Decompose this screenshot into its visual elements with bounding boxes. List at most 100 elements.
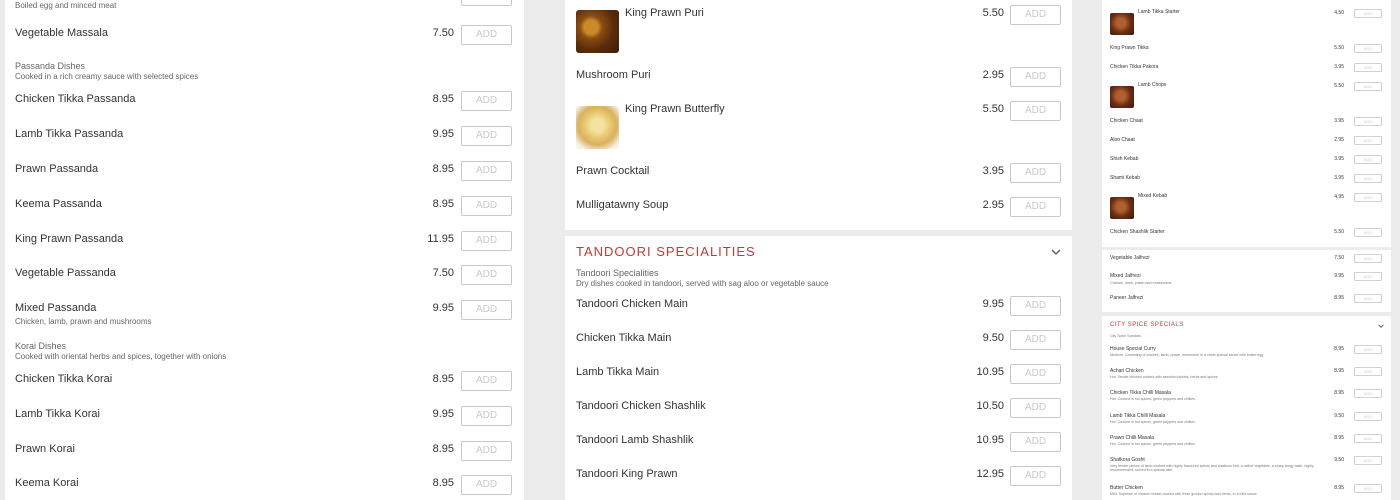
- add-button[interactable]: ADD: [461, 441, 512, 461]
- item-name: Paneer Jalfrezi: [1110, 295, 1144, 301]
- chevron-down-icon[interactable]: [1378, 323, 1384, 329]
- category-description: Cooked with oriental herbs and spices, t…: [15, 352, 227, 361]
- category-heading: City Spice Specials: [1110, 334, 1141, 338]
- add-button[interactable]: ADD: [1354, 456, 1382, 465]
- add-button[interactable]: ADD: [1010, 330, 1061, 350]
- curry-dish-photo: [576, 10, 619, 53]
- item-description: Medium. Consisting of chicken, lamb, pra…: [1110, 353, 1264, 357]
- add-button[interactable]: ADD: [1354, 9, 1382, 18]
- menu-panel-left: Boiled egg and minced meat ADD Vegetable…: [5, 0, 524, 500]
- item-name: Lamb Chops: [1138, 82, 1167, 88]
- add-button[interactable]: ADD: [1354, 193, 1382, 202]
- item-name: Tandoori King Prawn: [576, 468, 678, 480]
- item-price: 9.95: [432, 408, 454, 420]
- item-description: Chicken, lamb, prawn and mushrooms: [15, 317, 152, 326]
- add-button[interactable]: ADD: [1010, 163, 1061, 183]
- item-price: 5.50: [982, 7, 1004, 19]
- add-button[interactable]: ADD: [1354, 174, 1382, 183]
- item-price: 8.95: [1334, 295, 1344, 301]
- item-name: Prawn Passanda: [15, 163, 99, 175]
- item-price: 8.95: [432, 198, 454, 210]
- add-button[interactable]: ADD: [1354, 294, 1382, 303]
- add-button[interactable]: ADD: [461, 371, 512, 391]
- add-button[interactable]: ADD: [1010, 432, 1061, 452]
- add-button[interactable]: ADD: [1010, 296, 1061, 316]
- add-button[interactable]: ADD: [461, 161, 512, 181]
- item-name: Lamb Tikka Chilli Masala: [1110, 413, 1166, 419]
- add-button[interactable]: ADD: [1010, 398, 1061, 418]
- category-description: Cooked in a rich creamy sauce with selec…: [15, 72, 199, 81]
- add-button[interactable]: ADD: [1010, 67, 1061, 87]
- chevron-down-icon[interactable]: [1051, 247, 1061, 257]
- add-button[interactable]: ADD: [1010, 197, 1061, 217]
- item-price: 9.50: [1334, 413, 1344, 419]
- item-name: Chicken Tikka Korai: [15, 373, 113, 385]
- add-button[interactable]: ADD: [461, 0, 512, 6]
- add-button[interactable]: ADD: [1354, 272, 1382, 281]
- add-button[interactable]: ADD: [461, 265, 512, 285]
- item-price: 9.95: [1334, 273, 1344, 279]
- item-name: Prawn Korai: [15, 443, 75, 455]
- category-description: Dry dishes cooked in tandoori, served wi…: [576, 279, 829, 288]
- add-button[interactable]: ADD: [461, 300, 512, 320]
- item-price: 4.50: [1334, 10, 1344, 16]
- item-description: Very tender pieces of lamb cooked with h…: [1110, 464, 1314, 473]
- add-button[interactable]: ADD: [1010, 364, 1061, 384]
- item-price: 2.95: [982, 199, 1004, 211]
- item-price: 9.95: [432, 128, 454, 140]
- food-photo: [1110, 86, 1134, 108]
- item-name: Mushroom Puri: [576, 69, 651, 81]
- mini-starters-card: Lamb Tikka Starter 4.50 ADD King Prawn Tikk…: [1102, 0, 1391, 247]
- add-button[interactable]: ADD: [1354, 44, 1382, 53]
- add-button[interactable]: ADD: [1010, 5, 1061, 25]
- item-name: Mixed Passanda: [15, 302, 97, 314]
- add-button[interactable]: ADD: [1354, 117, 1382, 126]
- add-button[interactable]: ADD: [461, 126, 512, 146]
- add-button[interactable]: ADD: [461, 91, 512, 111]
- add-button[interactable]: ADD: [1354, 345, 1382, 354]
- item-price: 4.95: [1334, 194, 1344, 200]
- add-button[interactable]: ADD: [1354, 228, 1382, 237]
- add-button[interactable]: ADD: [1354, 389, 1382, 398]
- food-photo: [1110, 197, 1134, 219]
- item-name: Mixed Jalfrezi: [1110, 273, 1141, 279]
- item-description: Hot. Tender chicken cooked with assorted…: [1110, 375, 1218, 379]
- add-button[interactable]: ADD: [1354, 155, 1382, 164]
- add-button[interactable]: ADD: [1354, 484, 1382, 493]
- add-button[interactable]: ADD: [461, 475, 512, 495]
- item-price: 11.95: [427, 233, 454, 245]
- item-name: Shatkora Gosht: [1110, 457, 1145, 463]
- item-name: Vegetable Passanda: [15, 267, 116, 279]
- add-button[interactable]: ADD: [1010, 466, 1061, 486]
- add-button[interactable]: ADD: [1354, 63, 1382, 72]
- item-price: 10.95: [976, 434, 1004, 446]
- mini-city-card: CITY SPICE SPECIALS City Spice Specials …: [1102, 316, 1391, 500]
- add-button[interactable]: ADD: [1354, 412, 1382, 421]
- item-name: Chicken Chaat: [1110, 118, 1143, 124]
- add-button[interactable]: ADD: [1354, 367, 1382, 376]
- add-button[interactable]: ADD: [1354, 82, 1382, 91]
- add-button[interactable]: ADD: [1354, 434, 1382, 443]
- menu-panel-middle: King Prawn Puri 5.50 ADD Mushroom Puri 2…: [565, 0, 1072, 500]
- item-price: 7.50: [432, 267, 454, 279]
- add-button[interactable]: ADD: [461, 406, 512, 426]
- item-name: Lamb Tikka Main: [576, 366, 660, 378]
- food-photo: [1110, 13, 1134, 35]
- add-button[interactable]: ADD: [461, 231, 512, 251]
- add-button[interactable]: ADD: [1354, 136, 1382, 145]
- item-name: Mulligatawny Soup: [576, 199, 669, 211]
- item-price: 5.50: [982, 103, 1004, 115]
- item-name: King Prawn Passanda: [15, 233, 124, 245]
- item-price: 8.95: [432, 443, 454, 455]
- item-name: Tandoori Lamb Shashlik: [576, 434, 694, 446]
- add-button[interactable]: ADD: [1354, 254, 1382, 263]
- item-name: House Special Curry: [1110, 346, 1156, 352]
- item-name: Lamb Tikka Passanda: [15, 128, 124, 140]
- item-name: Achari Chicken: [1110, 368, 1144, 374]
- item-description: Hot. Cooked in hot spices, green peppers…: [1110, 420, 1195, 424]
- add-button[interactable]: ADD: [461, 196, 512, 216]
- item-name: Chicken Tikka Chilli Masala: [1110, 390, 1171, 396]
- add-button[interactable]: ADD: [461, 25, 512, 45]
- add-button[interactable]: ADD: [1010, 101, 1061, 121]
- item-name: Chicken Tikka Main: [576, 332, 672, 344]
